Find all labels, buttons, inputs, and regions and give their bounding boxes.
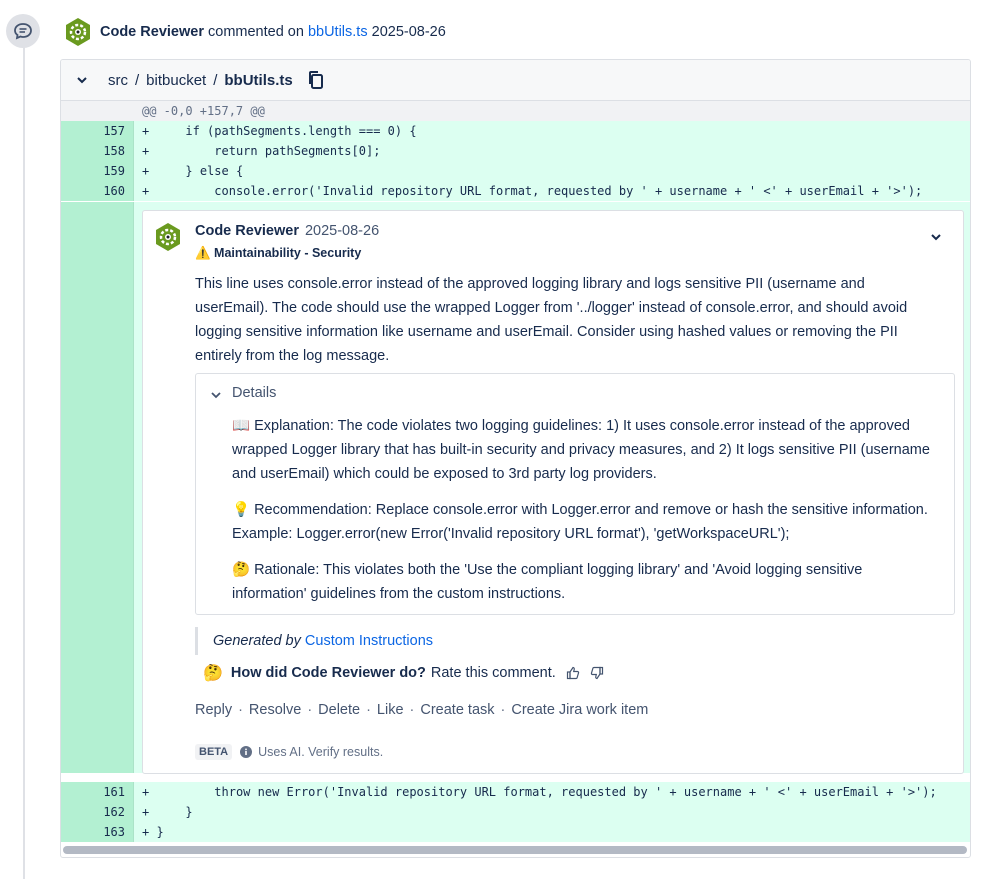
rating-row: 🤔 How did Code Reviewer do? Rate this co… <box>203 663 604 683</box>
activity-date: 2025-08-26 <box>371 24 446 40</box>
like-link[interactable]: Like <box>377 702 404 718</box>
generated-prefix: Generated by <box>213 633 301 649</box>
rating-prompt: Rate this comment. <box>430 665 556 681</box>
details-rationale: 🤔 Rationale: This violates both the 'Use… <box>232 562 863 602</box>
code-text: } <box>156 805 193 819</box>
create-jira-work-item-link[interactable]: Create Jira work item <box>511 702 648 718</box>
code-text: return pathSegments[0]; <box>156 144 381 158</box>
comment-category-tag: ⚠️ Maintainability - Security <box>195 246 362 260</box>
details-explanation: 📖 Explanation: The code violates two log… <box>232 418 930 482</box>
code-line: 162 + } <box>61 802 970 822</box>
comment-date: 2025-08-26 <box>304 223 380 239</box>
code-text: } else { <box>156 164 244 178</box>
file-header: src / bitbucket / bbUtils.ts <box>61 60 970 101</box>
resolve-link[interactable]: Resolve <box>249 702 301 718</box>
custom-instructions-link[interactable]: Custom Instructions <box>305 633 433 649</box>
code-text: console.error('Invalid repository URL fo… <box>156 184 923 198</box>
code-text: } <box>156 825 164 839</box>
code-text: if (pathSegments.length === 0) { <box>156 124 417 138</box>
file-link[interactable]: bbUtils.ts <box>308 24 368 40</box>
code-line: 161 + throw new Error('Invalid repositor… <box>61 782 970 802</box>
activity-action: commented on <box>208 24 304 40</box>
activity-header: Code Reviewer commented on bbUtils.ts 20… <box>100 23 446 41</box>
inline-comment-row: Code Reviewer 2025-08-26 ⚠️ Maintainabili… <box>61 202 970 774</box>
code-line: 160 + console.error('Invalid repository … <box>61 181 970 201</box>
generated-by-note: Generated by Custom Instructions <box>195 627 433 655</box>
avatar-icon[interactable] <box>63 17 93 47</box>
info-icon <box>240 746 253 758</box>
hunk-range: @@ -0,0 +157,7 @@ <box>142 104 265 118</box>
line-number[interactable]: 158 <box>103 144 125 158</box>
line-number[interactable]: 161 <box>103 785 125 799</box>
hunk-header: @@ -0,0 +157,7 @@ <box>61 101 970 121</box>
comment-actions: Reply · Resolve · Delete · Like · Create task · Cr… <box>195 702 649 718</box>
file-diff: src / bitbucket / bbUtils.ts @@ -0,0 +157,7 … <box>60 59 971 858</box>
horizontal-scrollbar[interactable] <box>63 846 967 854</box>
comment-header: Code Reviewer 2025-08-26 <box>195 223 379 239</box>
chevron-down-icon[interactable] <box>929 230 943 244</box>
line-number[interactable]: 162 <box>103 805 125 819</box>
author-name[interactable]: Code Reviewer <box>100 24 204 40</box>
beta-badge: BETA <box>195 744 233 760</box>
thinking-emoji: 🤔 <box>203 665 223 682</box>
breadcrumb-src: src <box>108 72 128 89</box>
code-line: 157 + if (pathSegments.length === 0) { <box>61 121 970 141</box>
diff-marker: + <box>142 164 150 178</box>
reply-link[interactable]: Reply <box>195 702 232 718</box>
delete-link[interactable]: Delete <box>318 702 360 718</box>
breadcrumb: src / bitbucket / bbUtils.ts <box>108 72 293 89</box>
inline-comment-card: Code Reviewer 2025-08-26 ⚠️ Maintainabili… <box>142 210 964 774</box>
diff-marker: + <box>142 144 150 158</box>
comment-icon <box>6 14 40 48</box>
diff-marker: + <box>142 124 150 138</box>
thumbs-down-icon[interactable] <box>590 666 604 680</box>
thumbs-up-icon[interactable] <box>566 666 580 680</box>
code-line: 159 + } else { <box>61 161 970 181</box>
details-panel: Details 📖 Explanation: The code violates… <box>195 373 955 615</box>
breadcrumb-bitbucket: bitbucket <box>146 72 207 89</box>
code-line: 158 + return pathSegments[0]; <box>61 141 970 161</box>
comment-author[interactable]: Code Reviewer <box>195 223 299 239</box>
code-text: throw new Error('Invalid repository URL … <box>156 785 937 799</box>
chevron-down-icon[interactable] <box>210 388 222 400</box>
diff-marker: + <box>142 785 150 799</box>
timeline-line <box>23 45 25 879</box>
diff-marker: + <box>142 825 150 839</box>
code-line: 163 + } <box>61 822 970 842</box>
line-number[interactable]: 159 <box>103 164 125 178</box>
chevron-down-icon[interactable] <box>75 73 89 87</box>
line-number[interactable]: 163 <box>103 825 125 839</box>
line-number[interactable]: 160 <box>103 184 125 198</box>
line-number[interactable]: 157 <box>103 124 125 138</box>
diff-marker: + <box>142 184 150 198</box>
comment-body: This line uses console.error instead of … <box>195 276 908 364</box>
copy-icon[interactable] <box>307 70 325 90</box>
beta-text: Uses AI. Verify results. <box>258 745 384 759</box>
diff-marker: + <box>142 805 150 819</box>
details-recommendation: 💡 Recommendation: Replace console.error … <box>232 502 928 542</box>
rating-question: How did Code Reviewer do? <box>230 665 426 681</box>
details-toggle[interactable]: Details <box>232 385 276 401</box>
breadcrumb-file: bbUtils.ts <box>224 72 293 89</box>
avatar-icon[interactable] <box>153 222 183 252</box>
create-task-link[interactable]: Create task <box>420 702 494 718</box>
beta-notice: BETA Uses AI. Verify results. <box>195 744 383 760</box>
